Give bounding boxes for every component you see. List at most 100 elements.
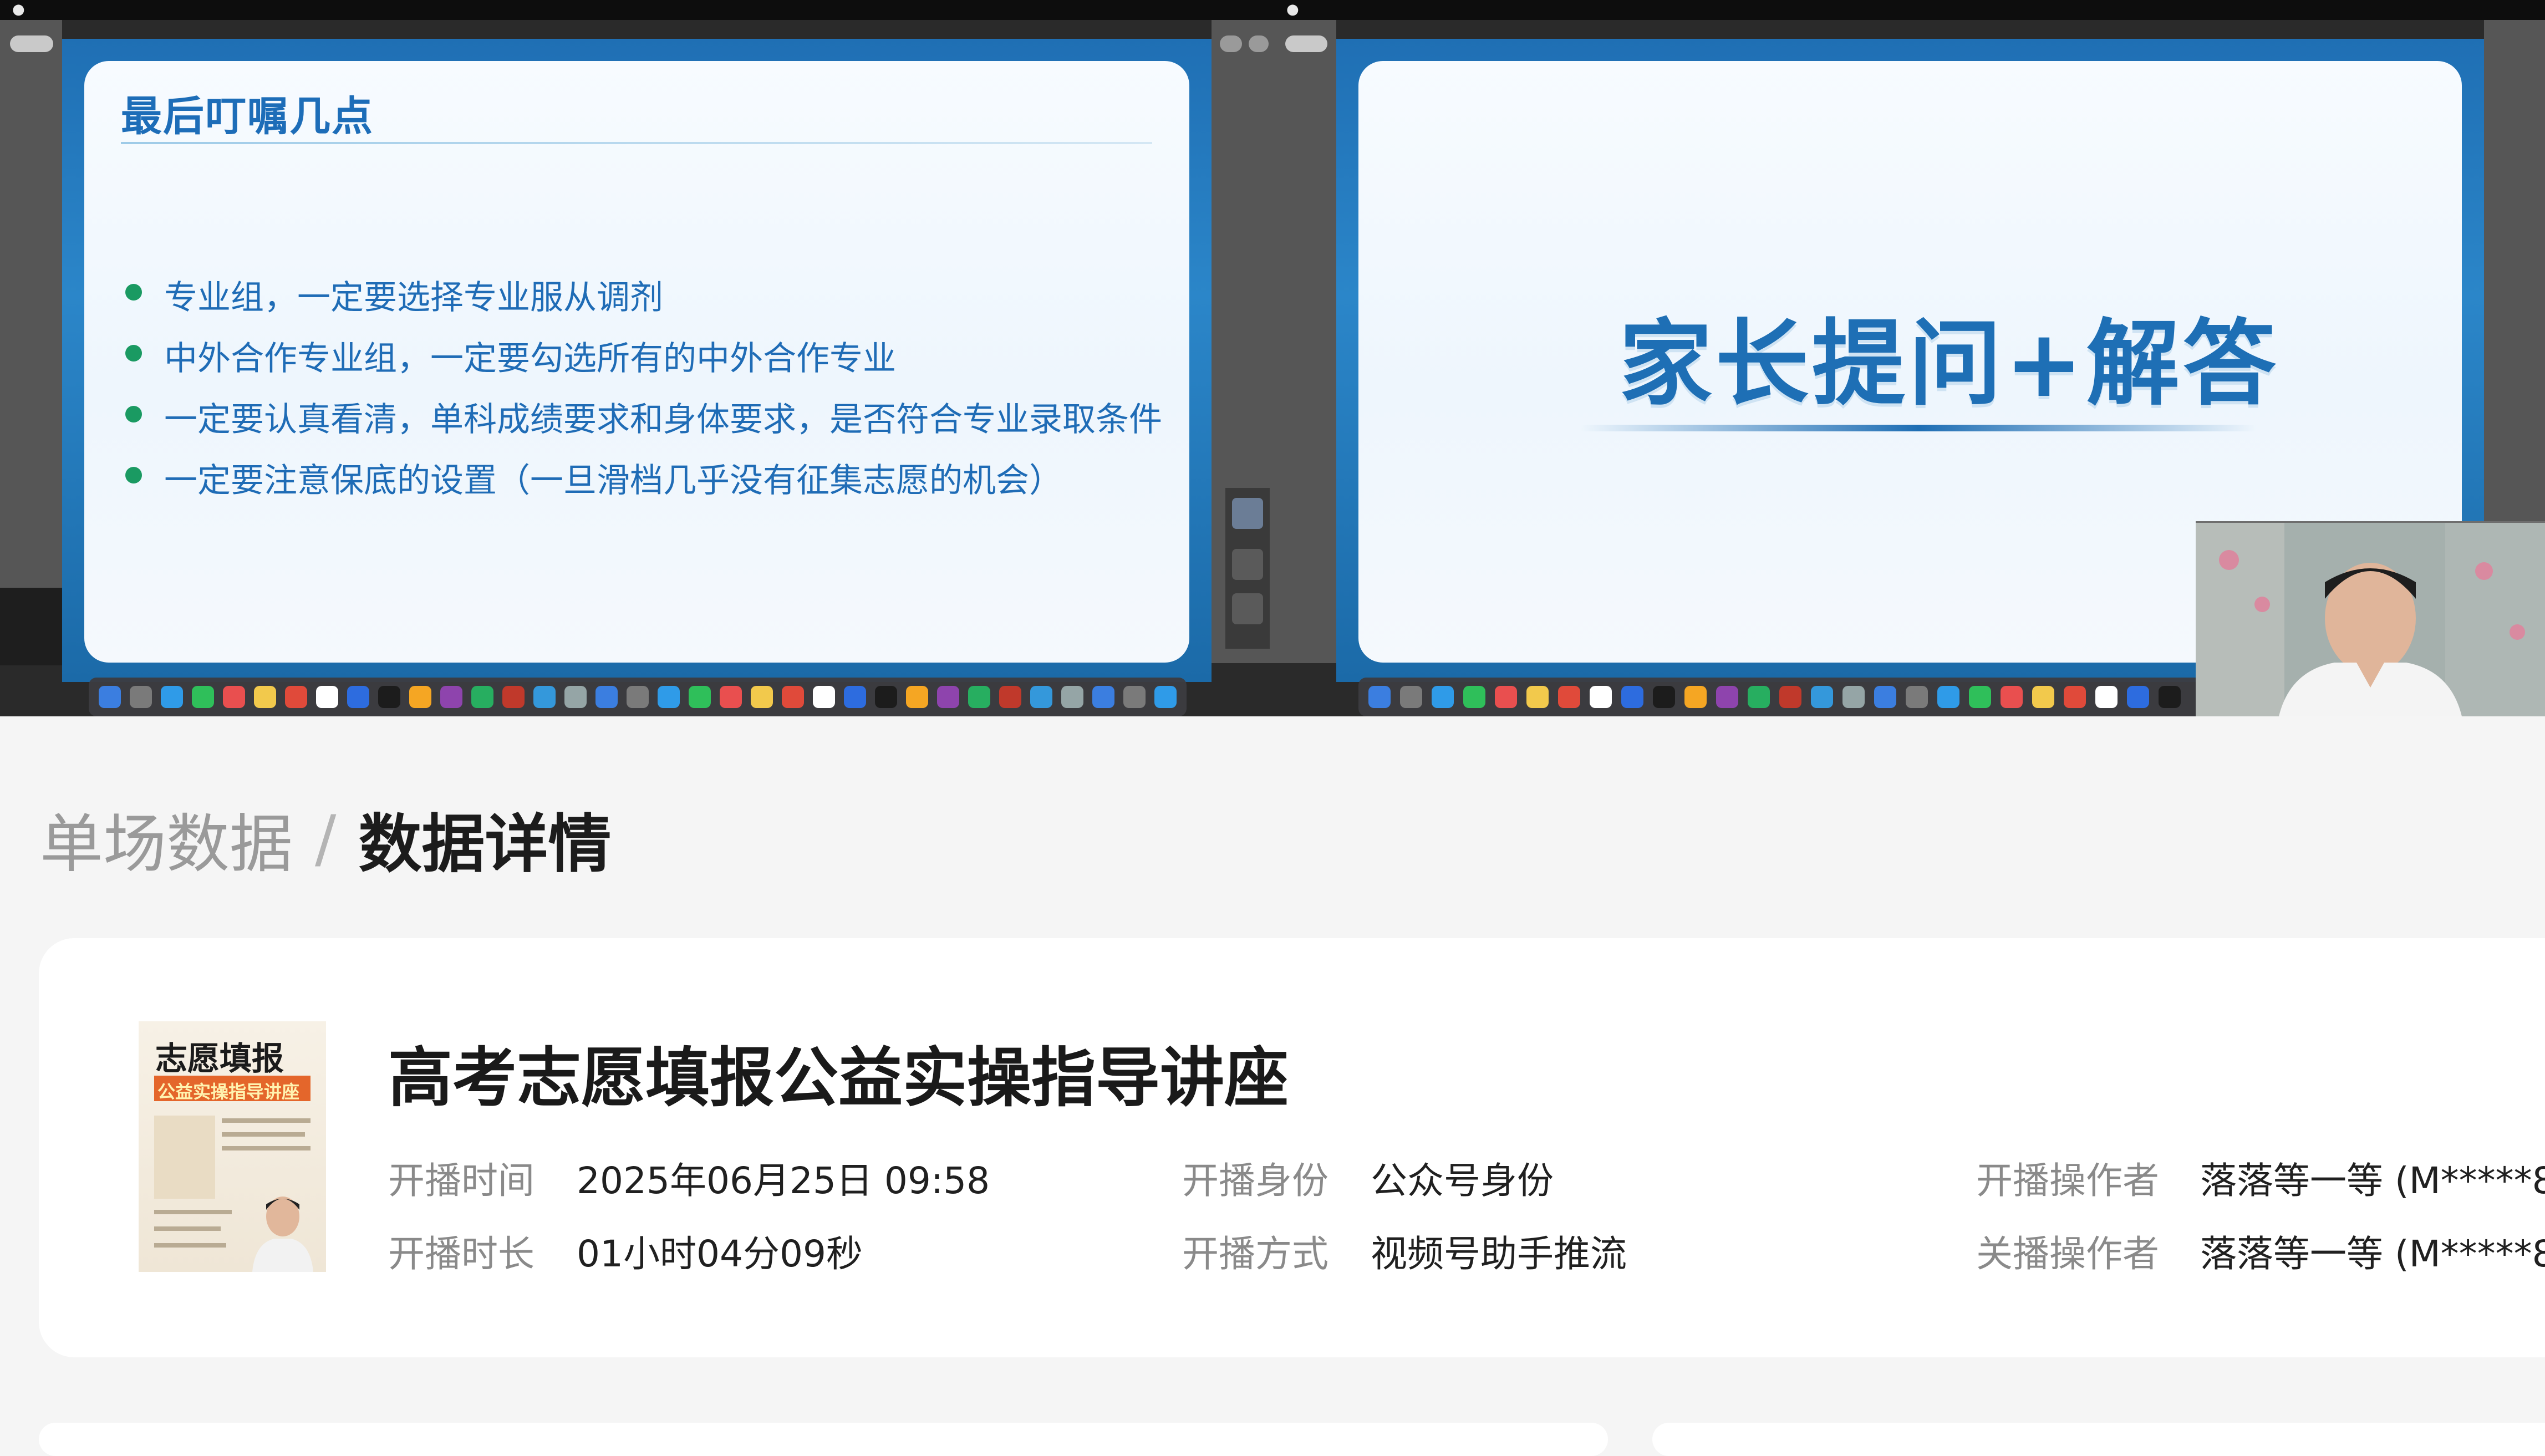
live-title: 高考志愿填报公益实操指导讲座 [388,1041,1289,1116]
dock-app-icon[interactable] [130,686,152,708]
dock-app-icon[interactable] [1092,686,1114,708]
dock-app-icon[interactable] [1653,686,1675,708]
dock-app-icon[interactable] [347,686,369,708]
duration-value: 01小时04分09秒 [577,1233,863,1275]
dock-app-icon[interactable] [502,686,525,708]
dock-app-icon[interactable] [968,686,990,708]
dock-app-icon[interactable] [844,686,866,708]
dock-app-icon[interactable] [161,686,183,708]
dock-app-icon[interactable] [1463,686,1485,708]
next-card [39,1423,1608,1456]
dock-app-icon[interactable] [285,686,307,708]
dock-app-icon[interactable] [1969,686,1991,708]
dock-app-icon[interactable] [1748,686,1770,708]
dock-app-icon[interactable] [1030,686,1052,708]
breadcrumb-parent-link[interactable]: 单场数据 [40,793,293,884]
poster-text-line [222,1118,311,1123]
window-shadow [0,588,62,665]
dock-app-icon[interactable] [595,686,618,708]
dock-app-icon[interactable] [720,686,742,708]
mac-menubar [0,0,1275,20]
dock-app-icon[interactable] [1842,686,1865,708]
dock-app-icon[interactable] [440,686,462,708]
start-operator-value: 落落等一等 (M*****85 [2200,1159,2545,1202]
dock-app-icon[interactable] [2064,686,2086,708]
dock-app-icon[interactable] [627,686,649,708]
dock-app-icon[interactable] [1368,686,1391,708]
apple-logo-icon: ● [12,1,25,18]
window-restore-control[interactable] [1249,35,1269,52]
dock-app-icon[interactable] [1061,686,1083,708]
dock-app-icon[interactable] [1558,686,1580,708]
slide-title-rule [121,142,1152,144]
dock-app-icon[interactable] [192,686,214,708]
window-tab[interactable] [10,35,53,52]
dock-app-icon[interactable] [316,686,338,708]
dock-app-icon[interactable] [2001,686,2023,708]
mac-dock [89,678,1187,716]
dock-app-icon[interactable] [813,686,835,708]
poster-subheading: 公益实操指导讲座 [157,1081,300,1102]
whiteboard-tool-icon[interactable] [1232,593,1263,624]
dock-app-icon[interactable] [1154,686,1177,708]
poster-text-line [222,1146,311,1150]
dock-app-icon[interactable] [782,686,804,708]
stop-operator-value: 落落等一等 (M*****85 [2200,1233,2545,1275]
dock-app-icon[interactable] [564,686,587,708]
dock-app-icon[interactable] [689,686,711,708]
window-close-control[interactable] [1220,35,1242,52]
presenter-video-image [2196,521,2545,716]
presenter-video [2196,521,2545,716]
bullet-icon [125,284,142,301]
dock-app-icon[interactable] [1684,686,1707,708]
dock-app-icon[interactable] [99,686,121,708]
dock-app-icon[interactable] [409,686,431,708]
dock-app-icon[interactable] [1811,686,1833,708]
dock-app-icon[interactable] [533,686,556,708]
poster-text-line [222,1132,305,1137]
dock-app-icon[interactable] [658,686,680,708]
dock-app-icon[interactable] [1590,686,1612,708]
window-tab[interactable] [1285,35,1327,52]
dock-app-icon[interactable] [1716,686,1738,708]
dock-app-icon[interactable] [1874,686,1896,708]
dock-app-icon[interactable] [2095,686,2118,708]
breadcrumb-current: 数据详情 [358,807,612,881]
dock-app-icon[interactable] [1123,686,1146,708]
dock-app-icon[interactable] [999,686,1021,708]
dock-app-icon[interactable] [1937,686,1959,708]
bullet-item: 中外合作专业组，一定要勾选所有的中外合作专业 [164,339,896,378]
dock-app-icon[interactable] [471,686,493,708]
left-window-chrome [1275,20,1336,663]
dock-app-icon[interactable] [1495,686,1517,708]
identity-label: 开播身份 [1182,1159,1329,1202]
whiteboard-tool-icon[interactable] [1232,498,1263,529]
dock-app-icon[interactable] [2159,686,2181,708]
bullet-icon [125,467,142,483]
method-label: 开播方式 [1182,1233,1329,1275]
dock-app-icon[interactable] [1432,686,1454,708]
duration-label: 开播时长 [388,1233,535,1275]
dock-app-icon[interactable] [2032,686,2054,708]
dock-app-icon[interactable] [378,686,400,708]
dock-app-icon[interactable] [937,686,959,708]
dock-app-icon[interactable] [1400,686,1422,708]
breadcrumb-separator: / [315,801,337,875]
dock-app-icon[interactable] [1526,686,1549,708]
dock-app-icon[interactable] [2127,686,2149,708]
poster-heading: 志愿填报 [155,1040,284,1077]
dock-app-icon[interactable] [1906,686,1928,708]
dock-app-icon[interactable] [223,686,245,708]
dock-app-icon[interactable] [254,686,276,708]
dock-app-icon[interactable] [875,686,897,708]
stop-operator-label: 关播操作者 [1976,1233,2159,1275]
dock-app-icon[interactable] [1779,686,1801,708]
whiteboard-tool-icon[interactable] [1232,549,1263,580]
dock-app-icon[interactable] [751,686,773,708]
slide-title: 家长提问+解答 [1619,309,2279,418]
start-time-value: 2025年06月25日 09:58 [577,1159,990,1202]
live-cover-thumbnail[interactable]: 志愿填报 公益实操指导讲座 [139,1021,326,1272]
slide-title: 最后叮嘱几点 [121,93,374,140]
dock-app-icon[interactable] [1621,686,1643,708]
dock-app-icon[interactable] [906,686,928,708]
